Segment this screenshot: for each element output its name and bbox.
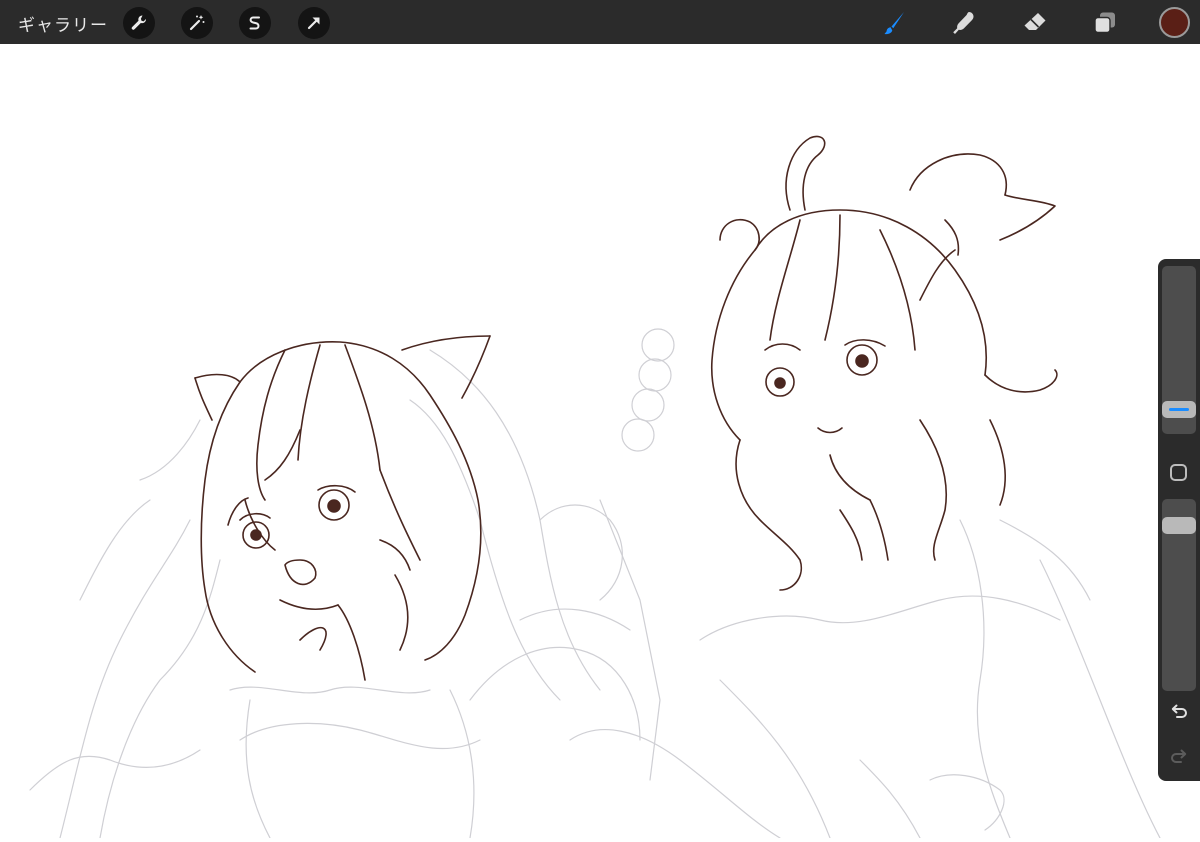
- selection-button[interactable]: [239, 7, 271, 39]
- arrow-cursor-icon: [307, 17, 320, 30]
- undo-button[interactable]: [1166, 700, 1192, 724]
- transform-button[interactable]: [298, 7, 330, 39]
- redo-button[interactable]: [1166, 745, 1192, 769]
- modify-button[interactable]: [1170, 464, 1187, 481]
- wrench-icon: [131, 15, 147, 30]
- smudge-tool-button[interactable]: [947, 6, 981, 40]
- redo-arrow-icon: [1171, 749, 1187, 763]
- selection-s-icon: [249, 16, 260, 30]
- adjustments-button[interactable]: [181, 7, 213, 39]
- eraser-tool-button[interactable]: [1018, 6, 1052, 40]
- brush-opacity-slider-thumb[interactable]: [1162, 517, 1196, 534]
- eraser-icon: [1024, 13, 1046, 30]
- layers-button[interactable]: [1088, 6, 1122, 40]
- gallery-button[interactable]: ギャラリー: [18, 11, 108, 36]
- brush-icon: [884, 12, 904, 35]
- actions-button[interactable]: [123, 7, 155, 39]
- layers-icon: [1094, 12, 1115, 34]
- magic-wand-icon: [189, 15, 205, 31]
- undo-arrow-icon: [1171, 704, 1187, 718]
- brush-tool-button[interactable]: [877, 6, 911, 40]
- drawing-canvas[interactable]: [0, 44, 1200, 839]
- color-picker-button[interactable]: [1159, 7, 1190, 38]
- line-art-drawing: [29, 135, 1161, 839]
- brush-size-slider-thumb[interactable]: [1162, 401, 1196, 418]
- top-toolbar: ギャラリー: [0, 0, 1200, 44]
- smudge-finger-icon: [953, 12, 974, 34]
